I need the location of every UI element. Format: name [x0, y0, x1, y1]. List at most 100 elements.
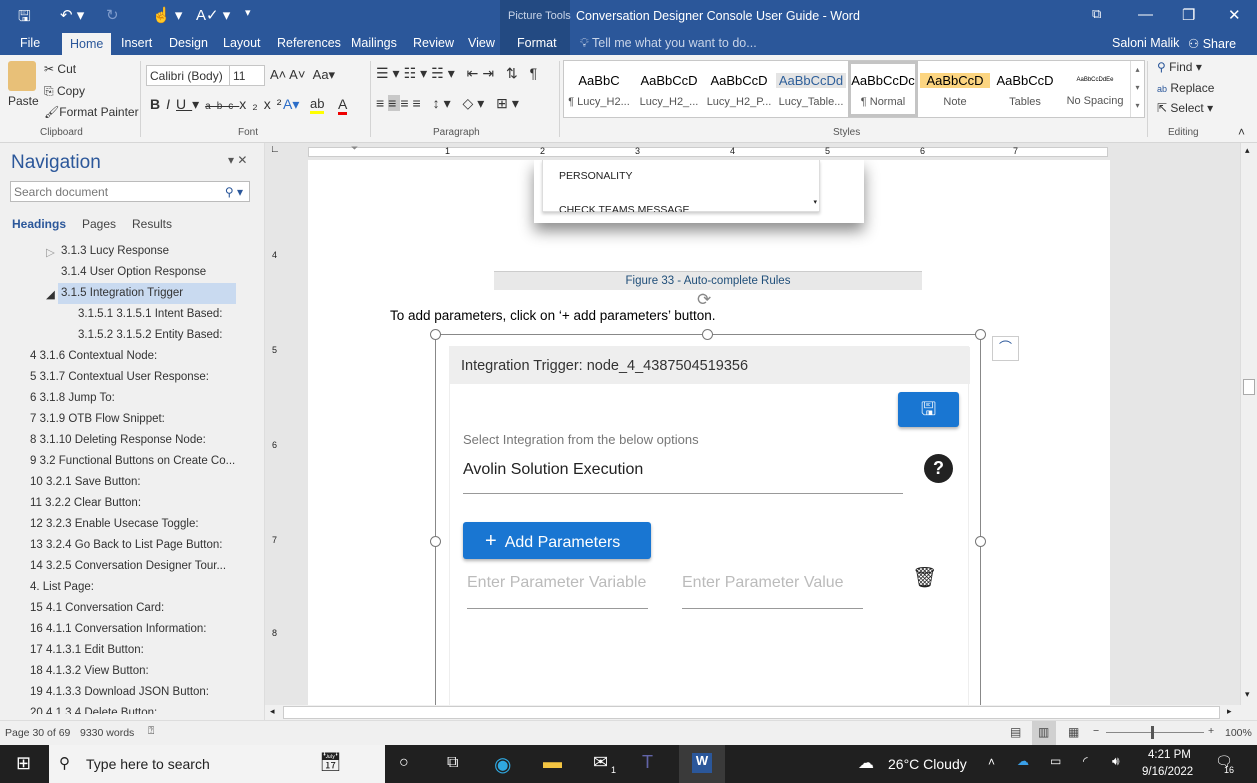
tab-view[interactable]: View: [468, 36, 495, 50]
mail-icon[interactable]: ✉: [593, 752, 608, 773]
proofing-icon[interactable]: ⍰: [148, 725, 154, 738]
nav-heading-item[interactable]: 3.1.5.2 3.1.5.2 Entity Based:: [78, 329, 223, 341]
nav-heading-item[interactable]: 3.1.3 Lucy Response: [61, 245, 169, 257]
nav-tab-headings[interactable]: Headings: [12, 217, 66, 231]
nav-heading-item[interactable]: 3.1.5.1 3.1.5.1 Intent Based:: [78, 308, 223, 320]
list-icons[interactable]: ☰▾☷▾☵▾ ⇤⇥ ⇅ ¶: [376, 65, 541, 82]
minimize-button[interactable]: —: [1138, 6, 1153, 23]
paste-button[interactable]: Paste: [8, 94, 39, 108]
volume-icon[interactable]: 🔊︎: [1112, 754, 1120, 769]
share-button[interactable]: ⚇ Share: [1188, 36, 1236, 51]
teams-icon[interactable]: T: [642, 752, 653, 773]
font-size-select[interactable]: 11: [229, 65, 265, 86]
scroll-thumb[interactable]: [1243, 379, 1255, 395]
alignment-icons[interactable]: ≡≡≡≡ ↕▾ ◇▾ ⊞▾: [376, 95, 523, 112]
touch-mode-icon[interactable]: ☝ ▾: [152, 6, 182, 24]
close-button[interactable]: ✕: [1228, 6, 1241, 24]
style-note[interactable]: AaBbCcD Note: [920, 61, 990, 117]
tab-mailings[interactable]: Mailings: [351, 36, 397, 50]
nav-heading-item[interactable]: 19 4.1.3.3 Download JSON Button:: [30, 686, 209, 698]
nav-heading-item[interactable]: 13 3.2.4 Go Back to List Page Button:: [30, 539, 222, 551]
edge-icon[interactable]: ◉: [494, 752, 511, 777]
zoom-out-button[interactable]: −: [1093, 725, 1099, 737]
layout-options-icon[interactable]: ⌒: [992, 336, 1019, 361]
task-view-icon[interactable]: ⧉: [447, 754, 458, 772]
nav-heading-item[interactable]: 17 4.1.3.1 Edit Button:: [30, 644, 144, 656]
parameter-variable-input[interactable]: Enter Parameter Variable: [467, 569, 648, 609]
nav-heading-item[interactable]: 6 3.1.8 Jump To:: [30, 392, 115, 404]
undo-icon[interactable]: ↶ ▾: [60, 6, 84, 24]
page-count[interactable]: Page 30 of 69: [5, 727, 70, 739]
tab-file[interactable]: File: [20, 36, 40, 50]
nav-heading-item[interactable]: 16 4.1.1 Conversation Information:: [30, 623, 206, 635]
style-tables[interactable]: AaBbCcD Tables: [990, 61, 1060, 117]
read-mode-icon[interactable]: ▤: [1010, 725, 1021, 739]
web-layout-icon[interactable]: ▦: [1068, 725, 1079, 739]
zoom-level[interactable]: 100%: [1225, 727, 1252, 739]
tab-insert[interactable]: Insert: [121, 36, 152, 50]
tab-layout[interactable]: Layout: [223, 36, 261, 50]
font-name-select[interactable]: Calibri (Body): [146, 65, 230, 86]
show-hidden-icons[interactable]: ˄: [988, 755, 995, 769]
style-normal[interactable]: AaBbCcDc ¶ Normal: [848, 61, 918, 117]
find-button[interactable]: ⚲ Find ▾: [1157, 60, 1202, 74]
nav-tab-pages[interactable]: Pages: [82, 217, 116, 231]
scroll-down-icon[interactable]: ▾: [1245, 689, 1250, 700]
nav-heading-item[interactable]: 14 3.2.5 Conversation Designer Tour...: [30, 560, 226, 572]
redo-icon[interactable]: ↻: [106, 6, 119, 24]
nav-tab-results[interactable]: Results: [132, 217, 172, 231]
parameter-value-input[interactable]: Enter Parameter Value: [682, 569, 863, 609]
scroll-left-icon[interactable]: ◂: [270, 706, 275, 717]
nav-heading-item[interactable]: 7 3.1.9 OTB Flow Snippet:: [30, 413, 165, 425]
resize-handle[interactable]: [975, 536, 986, 547]
spelling-icon[interactable]: A✓ ▾: [196, 6, 230, 24]
nav-heading-item[interactable]: 20 4.1.3.4 Delete Button:: [30, 707, 157, 714]
resize-handle[interactable]: [975, 329, 986, 340]
indent-marker[interactable]: ⏷: [351, 143, 358, 154]
collapse-icon[interactable]: ◢: [46, 287, 55, 301]
document-page[interactable]: PERSONALITY CHECK TEAMS MESSAGE ▾ Figure…: [308, 160, 1110, 705]
tab-home[interactable]: Home: [62, 33, 112, 55]
file-explorer-icon[interactable]: ▬: [543, 752, 562, 774]
paste-icon[interactable]: [8, 61, 36, 91]
nav-heading-item[interactable]: 5 3.1.7 Contextual User Response:: [30, 371, 209, 383]
word-count[interactable]: 9330 words: [80, 727, 134, 739]
style-lucy-h2[interactable]: AaBbC ¶ Lucy_H2...: [564, 61, 634, 117]
copy-button[interactable]: ⎘ Copy: [44, 84, 85, 99]
ribbon-display-icon[interactable]: ⧉: [1092, 6, 1101, 22]
select-button[interactable]: ⇱ Select ▾: [1157, 101, 1213, 115]
nav-heading-item[interactable]: 8 3.1.10 Deleting Response Node:: [30, 434, 206, 446]
horizontal-scrollbar[interactable]: ◂ ▸: [265, 705, 1257, 720]
cortana-icon[interactable]: ○: [399, 754, 409, 772]
grow-shrink-font-icons[interactable]: A˄ A˅ Aa▾: [270, 67, 335, 83]
tell-me-box[interactable]: 💡︎ Tell me what you want to do...: [580, 36, 757, 51]
nav-heading-item[interactable]: 3.1.4 User Option Response: [61, 266, 206, 278]
style-lucy-h2-2[interactable]: AaBbCcD Lucy_H2_...: [634, 61, 704, 117]
nav-heading-item[interactable]: 9 3.2 Functional Buttons on Create Co...: [30, 455, 235, 467]
rotate-handle-icon[interactable]: ⟳: [697, 290, 711, 310]
cut-button[interactable]: ✂ Cut: [44, 62, 76, 76]
nav-heading-item[interactable]: 15 4.1 Conversation Card:: [30, 602, 164, 614]
tab-references[interactable]: References: [277, 36, 341, 50]
nav-heading-item[interactable]: 10 3.2.1 Save Button:: [30, 476, 141, 488]
zoom-in-button[interactable]: +: [1208, 725, 1214, 737]
help-icon[interactable]: ?: [924, 454, 953, 483]
nav-options-icon[interactable]: ▾ ✕: [228, 153, 247, 167]
style-lucy-table[interactable]: AaBbCcDd Lucy_Table...: [776, 61, 846, 117]
taskbar-search-box[interactable]: ⚲ Type here to search 📅︎: [49, 745, 385, 783]
expand-icon[interactable]: ▷: [46, 245, 55, 259]
print-layout-icon[interactable]: ▥: [1032, 721, 1056, 745]
nav-heading-item[interactable]: 4 3.1.6 Contextual Node:: [30, 350, 157, 362]
horizontal-ruler[interactable]: 1 2 3 4 5 6 7 ⏷: [283, 143, 1240, 160]
weather-text[interactable]: 26°C Cloudy: [888, 756, 967, 772]
style-no-spacing[interactable]: AaBbCcDdEe No Spacing: [1060, 61, 1130, 117]
style-lucy-h2-p[interactable]: AaBbCcD Lucy_H2_P...: [704, 61, 774, 117]
scroll-right-icon[interactable]: ▸: [1227, 706, 1232, 717]
styles-scroll[interactable]: ▴ ▾ ▾: [1130, 61, 1144, 117]
battery-icon[interactable]: ▭: [1050, 754, 1061, 768]
nav-heading-item[interactable]: 11 3.2.2 Clear Button:: [30, 497, 141, 509]
collapse-ribbon-icon[interactable]: ˄: [1238, 125, 1245, 139]
clock-time[interactable]: 4:21 PM: [1148, 749, 1191, 761]
trash-icon[interactable]: 🗑︎: [912, 565, 937, 590]
word-taskbar-button[interactable]: W: [679, 745, 725, 783]
